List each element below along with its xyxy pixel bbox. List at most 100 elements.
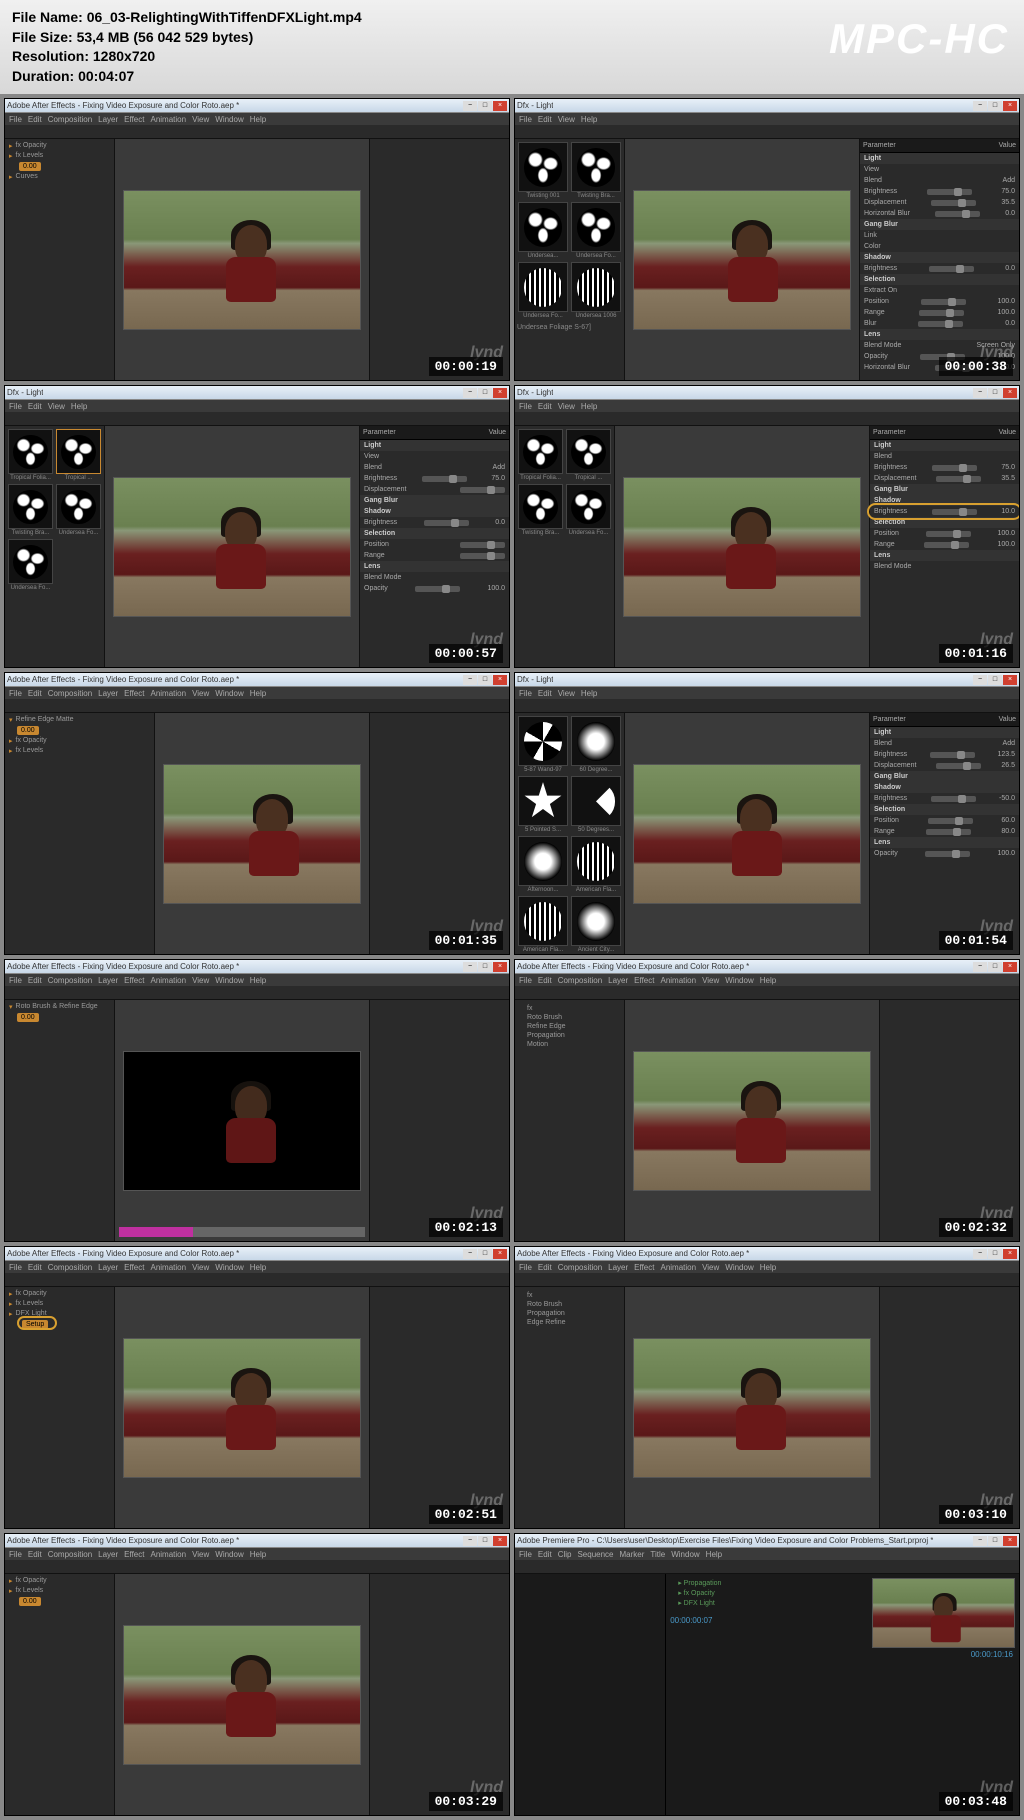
gobo-thumb[interactable] [518, 262, 568, 312]
gobo-thumb[interactable] [571, 202, 621, 252]
timecode-program[interactable]: 00:00:10:16 [872, 1648, 1015, 1661]
close-button[interactable]: × [1003, 1249, 1017, 1259]
menubar[interactable]: FileEditCompositionLayerEffectAnimationV… [515, 1261, 1019, 1273]
close-button[interactable]: × [493, 1536, 507, 1546]
toolbar[interactable] [515, 412, 1019, 426]
gobo-browser[interactable]: Tropical Folia... Tropical ... Twisting … [5, 426, 105, 667]
project-panel[interactable]: ▾Roto Brush & Refine Edge 0.00 [5, 1000, 115, 1241]
composition-viewer[interactable] [625, 1000, 879, 1241]
maximize-button[interactable]: □ [988, 962, 1002, 972]
gobo-thumb[interactable] [8, 484, 53, 529]
toolbar[interactable] [5, 412, 509, 426]
gobo-browser[interactable]: 5-87 Wand-97 60 Degree... 5 Pointed S...… [515, 713, 625, 954]
minimize-button[interactable]: − [463, 388, 477, 398]
minimize-button[interactable]: − [463, 1536, 477, 1546]
minimize-button[interactable]: − [463, 675, 477, 685]
composition-viewer[interactable] [115, 1574, 369, 1815]
close-button[interactable]: × [493, 962, 507, 972]
gobo-browser[interactable]: Twisting 001 Twisting Bra... Undersea...… [515, 139, 625, 380]
maximize-button[interactable]: □ [478, 1249, 492, 1259]
gobo-thumb[interactable] [571, 776, 621, 826]
minimize-button[interactable]: − [973, 1536, 987, 1546]
toolbar[interactable] [515, 986, 1019, 1000]
gobo-thumb[interactable] [566, 429, 611, 474]
roto-span-bar[interactable] [119, 1227, 365, 1237]
close-button[interactable]: × [493, 101, 507, 111]
maximize-button[interactable]: □ [478, 675, 492, 685]
composition-viewer[interactable] [625, 1287, 879, 1528]
project-panel[interactable]: fx Roto Brush Propagation Edge Refine [515, 1287, 625, 1528]
gobo-thumb[interactable] [571, 896, 621, 946]
minimize-button[interactable]: − [973, 1249, 987, 1259]
toolbar[interactable] [515, 1560, 1019, 1574]
menubar[interactable]: FileEditCompositionLayerEffectAnimationV… [5, 1548, 509, 1560]
minimize-button[interactable]: − [973, 388, 987, 398]
gobo-thumb[interactable] [571, 142, 621, 192]
maximize-button[interactable]: □ [988, 1536, 1002, 1546]
menubar[interactable]: FileEditCompositionLayerEffectAnimationV… [5, 687, 509, 699]
gobo-thumb[interactable] [518, 776, 568, 826]
maximize-button[interactable]: □ [478, 962, 492, 972]
close-button[interactable]: × [1003, 962, 1017, 972]
source-monitor[interactable] [515, 1574, 666, 1815]
menubar[interactable]: FileEditCompositionLayerEffectAnimationV… [5, 113, 509, 125]
gobo-thumb[interactable] [518, 142, 568, 192]
maximize-button[interactable]: □ [478, 101, 492, 111]
toolbar[interactable] [5, 125, 509, 139]
close-button[interactable]: × [493, 388, 507, 398]
gobo-thumb[interactable] [571, 836, 621, 886]
close-button[interactable]: × [1003, 1536, 1017, 1546]
composition-viewer[interactable] [115, 139, 369, 380]
dfx-viewer[interactable] [105, 426, 359, 667]
project-panel[interactable]: ▾Refine Edge Matte 0.00 ▸fx Opacity ▸fx … [5, 713, 155, 954]
gobo-thumb[interactable] [8, 429, 53, 474]
project-panel[interactable]: ▸fx Opacity ▸fx Levels 0.00 [5, 1574, 115, 1815]
layer-viewer[interactable] [115, 1000, 369, 1241]
timecode-source[interactable]: 00:00:00:07 [666, 1612, 868, 1629]
maximize-button[interactable]: □ [478, 1536, 492, 1546]
close-button[interactable]: × [1003, 675, 1017, 685]
effect-controls[interactable]: ▸ Propagation ▸ fx Opacity ▸ DFX Light 0… [666, 1574, 868, 1815]
gobo-thumb[interactable] [518, 836, 568, 886]
menubar[interactable]: FileEditCompositionLayerEffectAnimationV… [5, 974, 509, 986]
timeline-panel[interactable] [5, 954, 509, 955]
toolbar[interactable] [515, 125, 1019, 139]
close-button[interactable]: × [1003, 388, 1017, 398]
toolbar[interactable] [5, 1560, 509, 1574]
close-button[interactable]: × [493, 1249, 507, 1259]
toolbar[interactable] [5, 986, 509, 1000]
timeline-panel[interactable] [5, 380, 509, 381]
project-panel[interactable]: ▸fx Opacity ▸fx Levels ▸DFX Light Setup [5, 1287, 115, 1528]
project-panel[interactable]: fx Roto Brush Refine Edge Propagation Mo… [515, 1000, 625, 1241]
minimize-button[interactable]: − [463, 962, 477, 972]
timeline-panel[interactable] [515, 1528, 1019, 1529]
gobo-thumb[interactable] [56, 484, 101, 529]
close-button[interactable]: × [493, 675, 507, 685]
gobo-thumb[interactable] [566, 484, 611, 529]
close-button[interactable]: × [1003, 101, 1017, 111]
gobo-thumb[interactable] [518, 716, 568, 766]
toolbar[interactable] [515, 1273, 1019, 1287]
minimize-button[interactable]: − [463, 101, 477, 111]
composition-viewer[interactable] [115, 1287, 369, 1528]
toolbar[interactable] [5, 699, 509, 713]
minimize-button[interactable]: − [973, 675, 987, 685]
project-panel[interactable]: ▸fx Opacity ▸fx Levels 0.00 ▸Curves [5, 139, 115, 380]
menubar[interactable]: FileEditClipSequenceMarkerTitleWindowHel… [515, 1548, 1019, 1560]
toolbar[interactable] [515, 699, 1019, 713]
menubar[interactable]: FileEditViewHelp [515, 687, 1019, 699]
dfx-viewer[interactable] [615, 426, 869, 667]
gobo-thumb[interactable] [518, 484, 563, 529]
maximize-button[interactable]: □ [988, 675, 1002, 685]
gobo-thumb[interactable] [56, 429, 101, 474]
maximize-button[interactable]: □ [988, 1249, 1002, 1259]
timeline-panel[interactable] [5, 1241, 509, 1242]
gobo-thumb[interactable] [571, 716, 621, 766]
toolbar[interactable] [5, 1273, 509, 1287]
menubar[interactable]: FileEditViewHelp [5, 400, 509, 412]
gobo-thumb[interactable] [518, 896, 568, 946]
timeline-panel[interactable] [515, 1241, 1019, 1242]
menubar[interactable]: FileEditViewHelp [515, 400, 1019, 412]
gobo-thumb[interactable] [518, 429, 563, 474]
timeline-panel[interactable] [5, 1528, 509, 1529]
